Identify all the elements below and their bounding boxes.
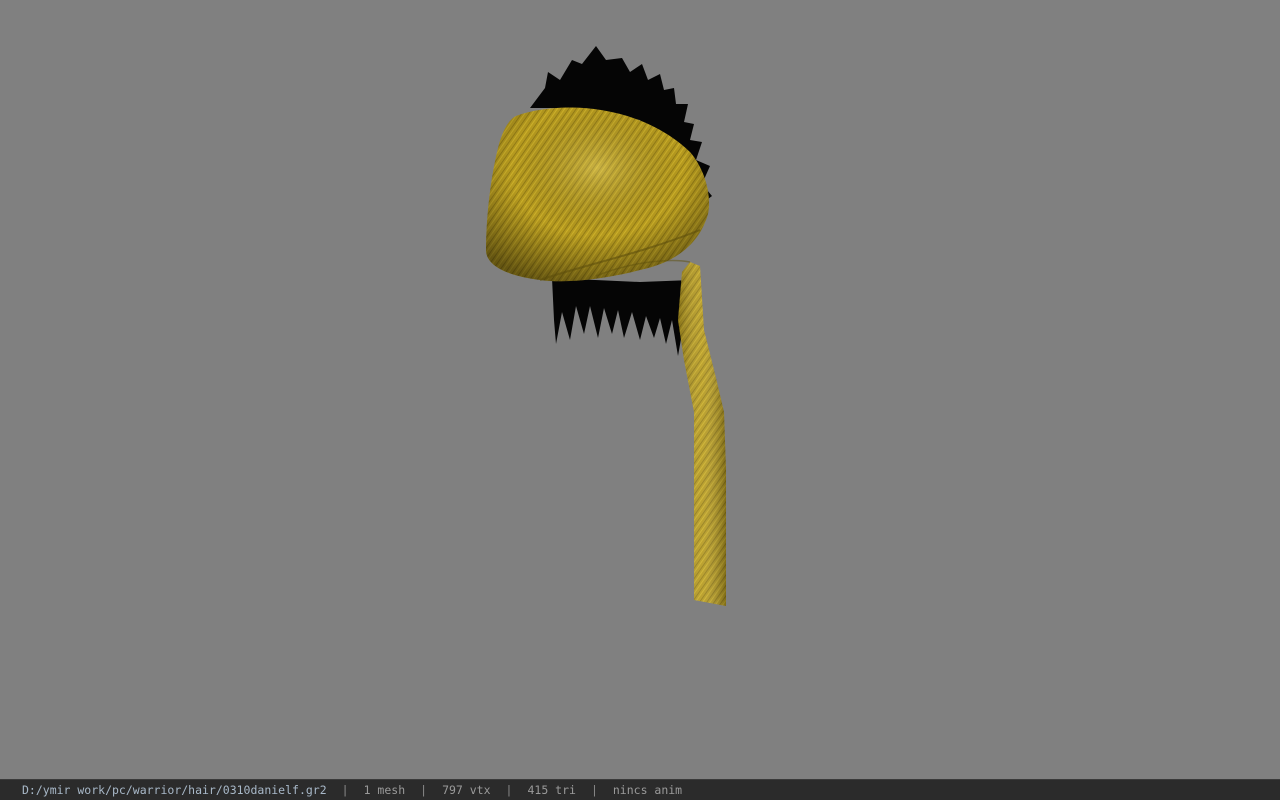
vertex-count: 797 vtx — [442, 783, 491, 797]
model-viewport[interactable] — [0, 0, 1280, 779]
mesh-count: 1 mesh — [363, 783, 406, 797]
status-separator: | — [341, 783, 349, 797]
triangle-count: 415 tri — [527, 783, 576, 797]
file-path: D:/ymir work/pc/warrior/hair/0310danielf… — [22, 783, 327, 797]
hair-bandana-model — [486, 46, 726, 606]
status-separator: | — [505, 783, 513, 797]
status-bar: D:/ymir work/pc/warrior/hair/0310danielf… — [0, 779, 1280, 800]
status-separator: | — [590, 783, 598, 797]
animation-status: nincs anim — [612, 783, 683, 797]
status-separator: | — [420, 783, 428, 797]
hair-spikes-bottom — [552, 278, 692, 356]
